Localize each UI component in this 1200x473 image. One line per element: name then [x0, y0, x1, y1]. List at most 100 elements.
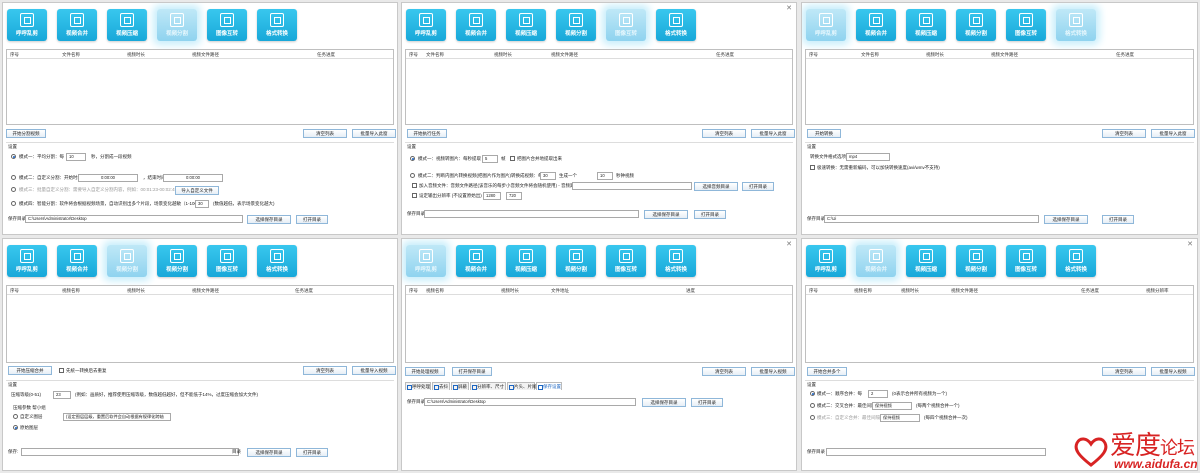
tool-button-compress[interactable]: 视频压缩 — [506, 9, 546, 41]
audio-path-input[interactable] — [572, 182, 692, 190]
tab-cut[interactable]: 呼呼处理 — [405, 382, 431, 390]
choose-dir-button[interactable]: 选择保存目录 — [1044, 215, 1088, 224]
save-dir-input[interactable] — [826, 448, 1046, 456]
merge-count-input[interactable]: 2 — [868, 390, 888, 398]
tab-deshake[interactable]: 去抖 — [432, 382, 450, 390]
opt3-check[interactable] — [412, 183, 417, 188]
tool-button-format[interactable]: 格式转换 — [1056, 245, 1096, 277]
open-dir-button[interactable]: 打开目录 — [691, 398, 723, 407]
file-table[interactable]: 序号 视频名称 视频时长 视频文件路径 任务进度 视频分辨率 — [805, 285, 1194, 363]
start-convert-button[interactable]: 开始转换 — [807, 129, 841, 138]
compress-level-input[interactable]: 23 — [53, 391, 71, 399]
close-icon[interactable]: ✕ — [786, 240, 792, 248]
tool-button-image[interactable]: 图像互转 — [606, 245, 646, 277]
start-merge-button[interactable]: 开始合并多个 — [807, 367, 847, 376]
batch-import-button[interactable]: 批量导入视频 — [352, 366, 396, 375]
format-select[interactable]: mp4 — [846, 153, 890, 161]
tool-button-split[interactable]: 视频分割 — [157, 245, 197, 277]
save-dir-input[interactable]: C:\Users\Administrator\Desktop — [424, 398, 636, 406]
merge-mode3-radio[interactable] — [810, 415, 815, 420]
res-height-input[interactable]: 720 — [506, 192, 522, 200]
res-width-input[interactable]: 1280 — [483, 192, 501, 200]
save-dir-input[interactable] — [424, 210, 639, 218]
custom-layer-radio[interactable] — [13, 414, 18, 419]
mode1-seconds-input[interactable]: 10 — [66, 153, 86, 161]
mode4-radio[interactable] — [11, 201, 16, 206]
open-save-dir-button[interactable]: 打开保存目录 — [452, 367, 492, 376]
tool-button-cut[interactable]: 呼呼乱剪 — [806, 9, 846, 41]
save-dir-input[interactable] — [21, 448, 239, 456]
opt1-check[interactable] — [510, 156, 515, 161]
open-audio-button[interactable]: 打开目录 — [742, 182, 774, 191]
choose-dir-button[interactable]: 选择保存目录 — [247, 215, 291, 224]
tool-button-image[interactable]: 图像互转 — [207, 9, 247, 41]
save-dir-input[interactable]: C:\Users\Administrator\Desktop — [25, 215, 243, 223]
opt2-radio[interactable] — [410, 173, 415, 178]
tool-button-compress[interactable]: 视频压缩 — [906, 245, 946, 277]
tool-button-format[interactable]: 格式转换 — [257, 245, 297, 277]
merge-mode1-radio[interactable] — [810, 391, 815, 396]
import-custom-file-button[interactable]: 导入自定义文件 — [175, 186, 219, 195]
mode4-sensitivity-input[interactable]: 30 — [195, 200, 209, 208]
opt2-seconds-input[interactable]: 10 — [597, 172, 613, 180]
mode1-radio[interactable] — [11, 154, 16, 159]
tool-button-split[interactable]: 视频分割 — [956, 245, 996, 277]
file-table[interactable]: 序号 文件名称 视频时长 视频文件路径 任务进度 — [805, 49, 1194, 125]
start-task-button[interactable]: 开始执行任务 — [407, 129, 447, 138]
tool-button-cut[interactable]: 呼呼乱剪 — [7, 9, 47, 41]
tab-resolution[interactable]: 分辨率、尺寸 — [470, 382, 506, 390]
opt4-check[interactable] — [412, 193, 417, 198]
mode2-end-input[interactable]: 0:00:00 — [163, 174, 223, 182]
file-table[interactable]: 序号 文件名称 视频时长 视频文件路径 任务进度 — [405, 49, 793, 125]
mode3-radio[interactable] — [11, 187, 16, 192]
mode2-radio[interactable] — [11, 175, 16, 180]
clear-list-button[interactable]: 清空列表 — [702, 129, 746, 138]
tool-button-cut[interactable]: 呼呼乱剪 — [406, 9, 446, 41]
tool-button-compress[interactable]: 视频压缩 — [107, 9, 147, 41]
tool-button-split[interactable]: 视频分割 — [556, 9, 596, 41]
open-dir-button[interactable]: 打开目录 — [296, 215, 328, 224]
clear-list-button[interactable]: 清空列表 — [702, 367, 746, 376]
file-table[interactable]: 序号 文件名称 视频时长 视频文件路径 任务进度 — [6, 49, 394, 125]
mode2-start-input[interactable]: 0:00:00 — [78, 174, 138, 182]
tool-button-image[interactable]: 图像互转 — [207, 245, 247, 277]
tool-button-format[interactable]: 格式转换 — [656, 9, 696, 41]
tool-button-compress[interactable]: 视频分割 — [107, 245, 147, 277]
start-compress-button[interactable]: 开始压缩合并 — [8, 366, 52, 375]
tool-button-format[interactable]: 格式转换 — [257, 9, 297, 41]
open-dir-button[interactable]: 打开目录 — [694, 210, 726, 219]
tool-button-format[interactable]: 格式转换 — [1056, 9, 1096, 41]
batch-import-button[interactable]: 批量导入视频 — [1151, 367, 1195, 376]
tool-button-compress[interactable]: 视频压缩 — [906, 9, 946, 41]
file-table[interactable]: 序号 视频名称 视频时长 视频文件路径 任务进度 — [6, 285, 394, 363]
clear-list-button[interactable]: 清空列表 — [1102, 367, 1146, 376]
tab-save-settings[interactable]: 保存设置 — [536, 382, 562, 390]
batch-import-button[interactable]: 批量导入此窗 — [1151, 129, 1195, 138]
tool-button-image[interactable]: 图像互转 — [606, 9, 646, 41]
tool-button-compress[interactable]: 视频压缩 — [506, 245, 546, 277]
tool-button-merge[interactable]: 视频合并 — [856, 9, 896, 41]
close-icon[interactable]: ✕ — [786, 4, 792, 12]
tool-button-merge[interactable]: 视频合并 — [57, 9, 97, 41]
batch-import-button[interactable]: 批量导入视频 — [751, 367, 795, 376]
tool-button-cut[interactable]: 呼呼乱剪 — [406, 245, 446, 277]
merge-mode2-radio[interactable] — [810, 403, 815, 408]
tool-button-cut[interactable]: 呼呼乱剪 — [7, 245, 47, 277]
tool-button-format[interactable]: 格式转换 — [656, 245, 696, 277]
custom-layer-input[interactable]: (设定图层层级，重置后软件会自动根据有规律化跨轴 — [63, 413, 171, 421]
tool-button-split[interactable]: 视频分割 — [956, 9, 996, 41]
open-dir-button[interactable]: 打开目录 — [296, 448, 328, 457]
default-layer-radio[interactable] — [13, 425, 18, 430]
clear-list-button[interactable]: 清空列表 — [303, 366, 347, 375]
choose-dir-button[interactable]: 选择保存目录 — [644, 210, 688, 219]
save-dir-input[interactable]: C:\Ui — [824, 215, 1039, 223]
start-process-button[interactable]: 开始处理视频 — [405, 367, 445, 376]
tool-button-merge[interactable]: 视频合并 — [57, 245, 97, 277]
tool-button-merge[interactable]: 视频合并 — [456, 9, 496, 41]
opt2-count-input[interactable]: 30 — [540, 172, 556, 180]
opt1-fps-input[interactable]: 5 — [482, 155, 498, 163]
clear-list-button[interactable]: 清空列表 — [303, 129, 347, 138]
tool-button-merge[interactable]: 视频合并 — [856, 245, 896, 277]
file-table[interactable]: 序号 视频名称 视频时长 文件地址 进度 — [405, 285, 793, 363]
tab-intro-outro[interactable]: 片头、片尾 — [507, 382, 537, 390]
